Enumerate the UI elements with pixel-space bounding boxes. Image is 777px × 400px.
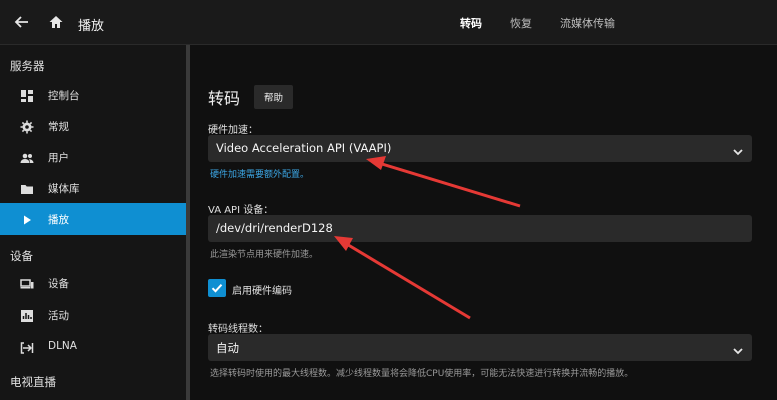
sidebar: 服务器 控制台 常规 用户 媒体库 播放 设备 设备 活动 DLNA 电视直播 bbox=[0, 45, 186, 400]
sidebar-item-devices[interactable]: 设备 bbox=[0, 267, 186, 299]
sidebar-item-label: 设备 bbox=[48, 278, 69, 290]
chevron-down-icon bbox=[732, 342, 744, 355]
play-icon bbox=[20, 212, 34, 226]
page-title: 播放 bbox=[78, 19, 105, 34]
chevron-down-icon bbox=[732, 143, 744, 156]
tab-streaming[interactable]: 流媒体传输 bbox=[560, 15, 630, 31]
threads-select[interactable]: 自动 bbox=[208, 334, 752, 361]
sidebar-item-users[interactable]: 用户 bbox=[0, 141, 186, 173]
top-bar: 播放 转码 恢复 流媒体传输 bbox=[0, 0, 777, 45]
sidebar-item-dlna[interactable]: DLNA bbox=[0, 331, 186, 363]
sidebar-item-activity[interactable]: 活动 bbox=[0, 299, 186, 331]
sidebar-item-label: 活动 bbox=[48, 310, 69, 322]
check-icon bbox=[211, 284, 223, 293]
home-icon[interactable] bbox=[44, 10, 68, 34]
hw-accel-label: 硬件加速： bbox=[208, 125, 258, 136]
hw-encoding-checkbox[interactable] bbox=[208, 279, 226, 297]
activity-icon bbox=[20, 308, 34, 322]
sidebar-item-general[interactable]: 常规 bbox=[0, 110, 186, 142]
threads-label: 转码线程数： bbox=[208, 324, 268, 335]
sidebar-item-label: 播放 bbox=[48, 214, 69, 226]
sidebar-item-label: 用户 bbox=[48, 152, 69, 164]
main-content: 转码 帮助 硬件加速： Video Acceleration API (VAAP… bbox=[190, 45, 777, 400]
dlna-icon bbox=[20, 340, 34, 354]
sidebar-item-label: DLNA bbox=[48, 340, 77, 352]
section-title-server: 服务器 bbox=[10, 59, 45, 73]
sidebar-item-label: 控制台 bbox=[48, 90, 80, 102]
sidebar-item-label: 媒体库 bbox=[48, 183, 80, 195]
threads-hint: 选择转码时使用的最大线程数。减少线程数量将会降低CPU使用率，可能无法快速进行转… bbox=[210, 369, 634, 379]
tab-transcoding[interactable]: 转码 bbox=[460, 15, 490, 31]
heading-row: 转码 帮助 bbox=[208, 85, 294, 109]
folder-icon bbox=[20, 181, 34, 195]
help-button[interactable]: 帮助 bbox=[254, 85, 294, 109]
devices-icon bbox=[20, 276, 34, 290]
hw-accel-value: Video Acceleration API (VAAPI) bbox=[216, 141, 392, 155]
va-device-hint: 此渲染节点用来硬件加速。 bbox=[210, 250, 319, 260]
section-title-devices: 设备 bbox=[10, 249, 33, 263]
hw-accel-hint-link[interactable]: 硬件加速需要额外配置。 bbox=[210, 167, 309, 180]
gear-icon bbox=[20, 119, 34, 134]
sidebar-item-playback[interactable]: 播放 bbox=[0, 203, 186, 235]
va-device-input[interactable]: /dev/dri/renderD128 bbox=[208, 215, 752, 242]
hw-encoding-label: 启用硬件编码 bbox=[232, 286, 292, 297]
back-arrow-icon[interactable] bbox=[10, 10, 34, 34]
sidebar-item-label: 常规 bbox=[48, 121, 69, 133]
threads-value: 自动 bbox=[216, 341, 239, 355]
users-icon bbox=[20, 150, 34, 164]
va-device-value: /dev/dri/renderD128 bbox=[216, 221, 333, 235]
va-device-label: VA API 设备： bbox=[208, 205, 274, 216]
dashboard-icon bbox=[20, 88, 34, 102]
sidebar-item-dashboard[interactable]: 控制台 bbox=[0, 79, 186, 111]
section-heading: 转码 bbox=[208, 89, 241, 108]
hw-accel-select[interactable]: Video Acceleration API (VAAPI) bbox=[208, 135, 752, 162]
section-title-live-tv: 电视直播 bbox=[10, 375, 56, 389]
sidebar-item-library[interactable]: 媒体库 bbox=[0, 172, 186, 204]
tab-resume[interactable]: 恢复 bbox=[510, 15, 540, 31]
